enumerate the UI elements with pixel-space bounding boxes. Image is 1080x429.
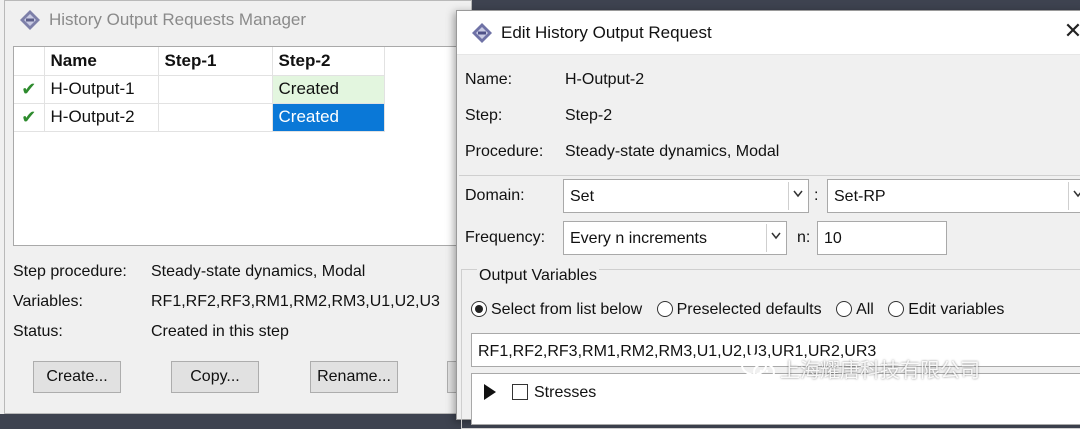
active-check-icon: ✔	[14, 75, 45, 104]
radio-indicator[interactable]	[656, 301, 673, 317]
radio-edit-variables[interactable]: Edit variables	[888, 301, 1004, 319]
status-label: Status:	[13, 323, 63, 340]
manager-title: History Output Requests Manager	[49, 10, 307, 29]
frequency-select[interactable]: Every n increments	[563, 221, 787, 255]
history-output-manager-window: History Output Requests Manager Name Ste…	[4, 0, 477, 414]
tree-item-stresses[interactable]: Stresses	[484, 384, 596, 402]
row-step-1-cell[interactable]	[158, 75, 273, 104]
n-input[interactable]: 10	[817, 221, 947, 255]
output-requests-table: Name Step-1 Step-2 ✔ H-Output-1 Created …	[13, 46, 465, 246]
copy-button[interactable]: Copy...	[171, 361, 259, 393]
set-select[interactable]: Set-RP	[827, 179, 1080, 213]
name-value: H-Output-2	[565, 71, 645, 88]
procedure-label: Procedure:	[465, 143, 544, 160]
domain-select[interactable]: Set	[563, 179, 809, 213]
radio-indicator[interactable]	[836, 301, 853, 317]
stresses-checkbox[interactable]	[512, 384, 528, 400]
active-check-icon: ✔	[14, 103, 45, 132]
step-procedure-label: Step procedure:	[13, 263, 127, 280]
output-variables-title: Output Variables	[477, 267, 599, 285]
variables-label: Variables:	[13, 293, 83, 310]
radio-selected-indicator[interactable]	[471, 301, 487, 317]
n-label: n:	[797, 229, 811, 246]
set-select-value: Set-RP	[834, 188, 886, 205]
row-step-1-cell[interactable]	[158, 103, 273, 132]
table-row[interactable]: ✔ H-Output-2 Created	[14, 103, 385, 132]
radio-all[interactable]: All	[836, 301, 874, 319]
watermark-text: 上海耀唐科技有限公司	[780, 359, 980, 382]
variables-value: RF1,RF2,RF3,RM1,RM2,RM3,U1,U2,U3	[151, 293, 440, 310]
table-header-row: Name Step-1 Step-2	[14, 47, 385, 76]
radio-select-from-list[interactable]: Select from list below	[471, 301, 642, 319]
watermark: 上海耀唐科技有限公司	[740, 350, 1060, 386]
separator	[459, 175, 1080, 176]
frequency-label: Frequency:	[465, 229, 546, 246]
wechat-icon	[740, 353, 776, 383]
step-value: Step-2	[565, 107, 613, 124]
edit-title: Edit History Output Request	[501, 22, 712, 42]
column-header-name[interactable]: Name	[44, 47, 159, 76]
domain-label: Domain:	[465, 187, 525, 204]
expand-triangle-icon[interactable]	[484, 384, 496, 400]
chevron-down-icon[interactable]	[1068, 182, 1080, 210]
manager-titlebar[interactable]: History Output Requests Manager	[5, 1, 471, 39]
radio-indicator[interactable]	[888, 301, 905, 317]
step-label: Step:	[465, 107, 503, 124]
frequency-select-value: Every n increments	[570, 230, 707, 247]
status-value: Created in this step	[151, 323, 289, 340]
tree-item-label: Stresses	[534, 384, 597, 401]
step-procedure-value: Steady-state dynamics, Modal	[151, 263, 366, 280]
row-step-2-cell-selected[interactable]: Created	[272, 103, 385, 132]
chevron-down-icon[interactable]	[766, 224, 784, 252]
abaqus-app-icon	[19, 9, 41, 31]
abaqus-app-icon	[471, 22, 493, 44]
domain-separator: :	[814, 187, 819, 204]
domain-select-value: Set	[570, 188, 595, 205]
rename-button[interactable]: Rename...	[310, 361, 398, 393]
column-header-step-2[interactable]: Step-2	[272, 47, 385, 76]
edit-titlebar[interactable]: Edit History Output Request	[457, 11, 1080, 55]
row-name-cell[interactable]: H-Output-2	[44, 103, 159, 132]
n-input-value: 10	[824, 230, 842, 247]
row-step-2-cell[interactable]: Created	[272, 75, 385, 104]
procedure-value: Steady-state dynamics, Modal	[565, 143, 780, 160]
create-button[interactable]: Create...	[33, 361, 121, 393]
close-icon[interactable]: ✕	[1061, 19, 1080, 43]
name-label: Name:	[465, 71, 513, 88]
output-variables-radio-group: Select from list below Preselected defau…	[471, 301, 1014, 319]
info-variables: Variables: RF1,RF2,RF3,RM1,RM2,RM3,U1,U2…	[13, 293, 465, 313]
radio-preselected-defaults[interactable]: Preselected defaults	[656, 301, 822, 319]
column-header-status	[14, 47, 45, 76]
chevron-down-icon[interactable]	[788, 182, 806, 210]
table-row[interactable]: ✔ H-Output-1 Created	[14, 75, 385, 104]
column-header-step-1[interactable]: Step-1	[158, 47, 273, 76]
row-name-cell[interactable]: H-Output-1	[44, 75, 159, 104]
